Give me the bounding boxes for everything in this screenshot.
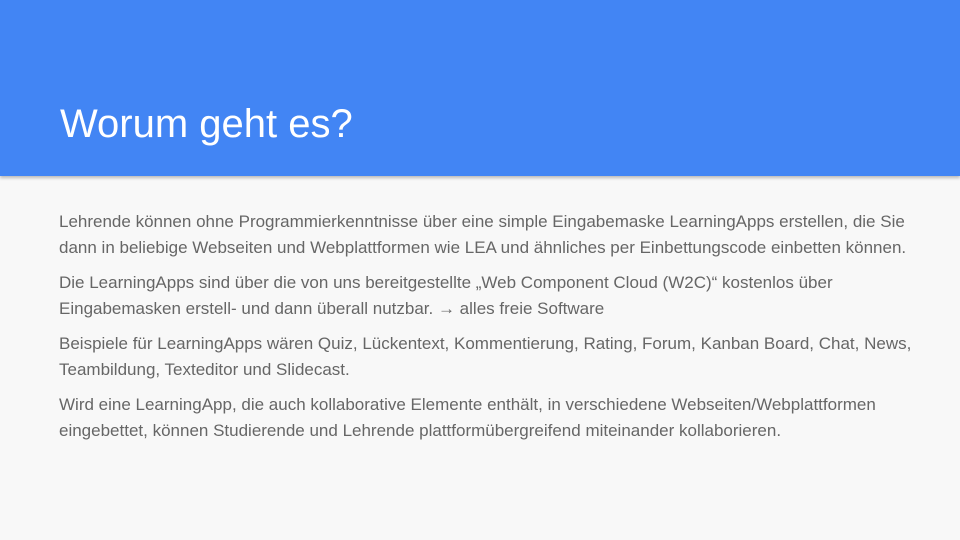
title-banner: Worum geht es? <box>0 0 960 176</box>
paragraph-collaboration: Wird eine LearningApp, die auch kollabor… <box>59 395 876 440</box>
slide-title: Worum geht es? <box>60 102 353 146</box>
paragraph-web-component-cloud: Die LearningApps sind über die von uns b… <box>59 273 833 318</box>
paragraph-learningapp-examples: Beispiele für LearningApps wären Quiz, L… <box>59 334 912 379</box>
paragraph-learningapps-creation: Lehrende können ohne Programmierkenntnis… <box>59 212 907 257</box>
slide: Worum geht es? Lehrende können ohne Prog… <box>0 0 960 540</box>
slide-body: Lehrende können ohne Programmierkenntnis… <box>59 209 925 453</box>
